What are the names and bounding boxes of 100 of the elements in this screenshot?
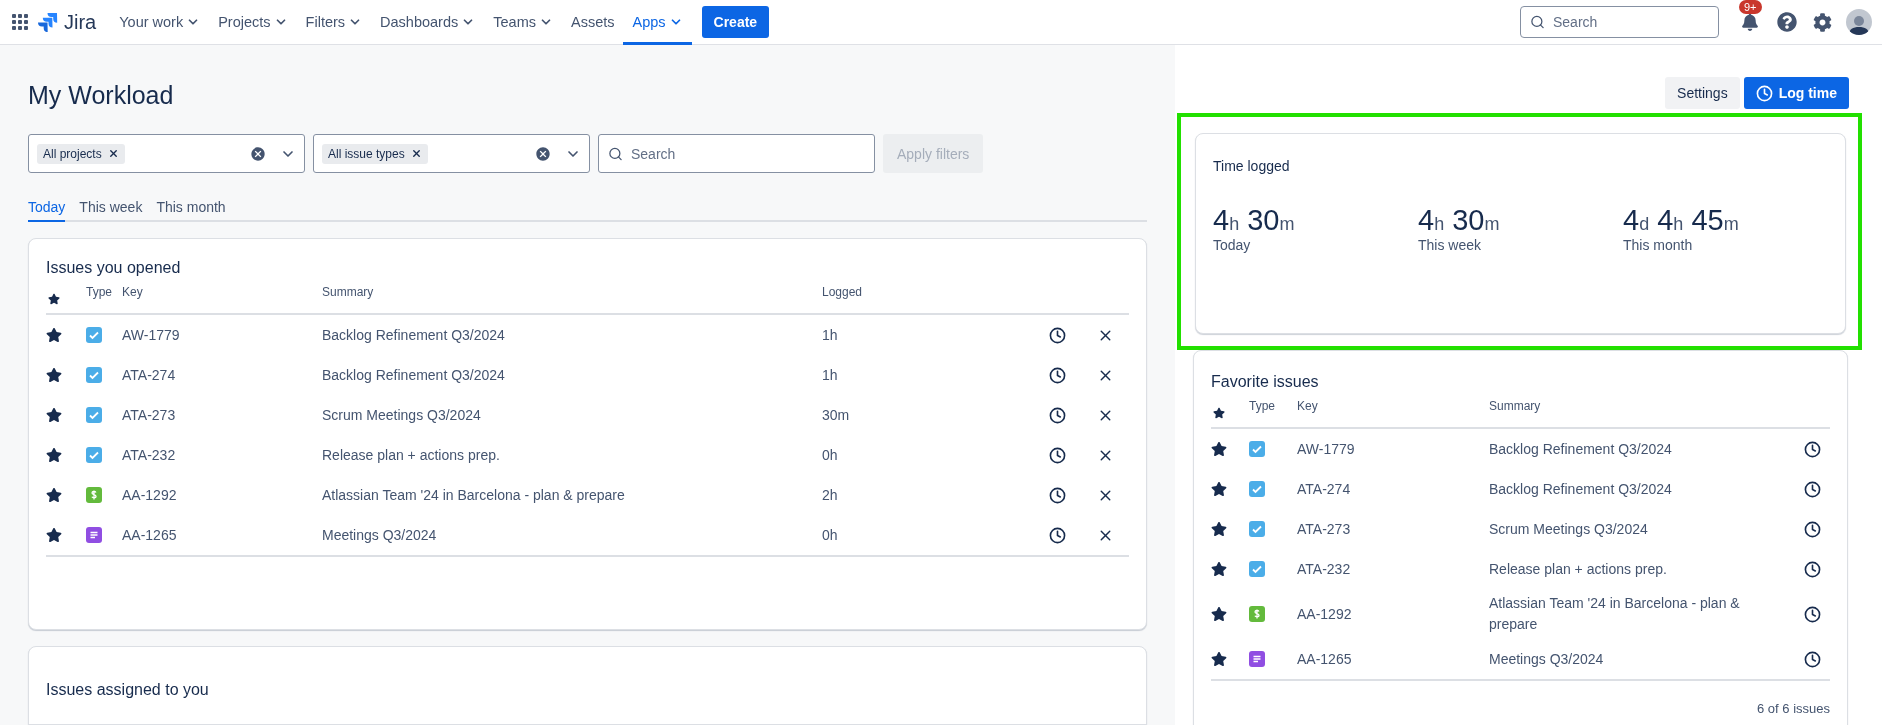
issue-summary: Backlog Refinement Q3/2024 [1489, 479, 1673, 499]
logged-time: 0h [822, 445, 839, 465]
nav-menu-item[interactable]: Teams [484, 0, 562, 45]
star-icon[interactable] [1211, 606, 1227, 622]
logged-time: 1h [822, 325, 839, 345]
doc-type-icon [1249, 651, 1265, 667]
issue-summary: Scrum Meetings Q3/2024 [322, 405, 482, 425]
star-icon[interactable] [1211, 561, 1227, 577]
issue-key[interactable]: ATA-274 [1297, 474, 1489, 504]
star-icon[interactable] [1211, 521, 1227, 537]
period-label: Today [1213, 237, 1252, 253]
page-title: My Workload [28, 81, 175, 110]
avatar-icon[interactable] [1846, 9, 1872, 35]
issue-summary: Release plan + actions prep. [1489, 559, 1668, 579]
nav-menu-item[interactable]: Dashboards [371, 0, 485, 45]
period-tab[interactable]: Today [28, 195, 66, 222]
issue-summary: Scrum Meetings Q3/2024 [1489, 519, 1649, 539]
issue-summary: Meetings Q3/2024 [322, 525, 438, 545]
time-total: 4h 30m [1418, 204, 1501, 237]
issue-summary: Meetings Q3/2024 [1489, 649, 1605, 669]
issue-key[interactable]: ATA-274 [122, 360, 322, 390]
issue-summary: Atlassian Team '24 in Barcelona - plan & prepare [322, 485, 626, 505]
remove-icon[interactable] [107, 148, 119, 159]
issue-key[interactable]: AA-1292 [1297, 599, 1489, 629]
nav-menu-item[interactable]: Projects [209, 0, 297, 45]
clear-icon[interactable] [250, 145, 266, 162]
issue-count: 6 of 6 issues [1757, 701, 1830, 716]
star-icon[interactable] [46, 407, 62, 423]
clear-icon[interactable] [535, 145, 551, 162]
issue-key[interactable]: AA-1265 [1297, 644, 1489, 674]
issue-summary: Backlog Refinement Q3/2024 [1489, 439, 1673, 459]
star-icon[interactable] [46, 327, 62, 343]
filter-chip[interactable]: All projects [37, 143, 125, 164]
column-header: Key [122, 285, 144, 301]
period-label: This month [1623, 237, 1694, 253]
issue-key[interactable]: ATA-232 [1297, 554, 1489, 584]
issue-key[interactable]: AA-1292 [122, 480, 322, 510]
period-tab[interactable]: This month [156, 195, 226, 222]
card-title: Time logged [1213, 158, 1291, 174]
task-type-icon [86, 447, 102, 463]
star-icon[interactable] [46, 447, 62, 463]
column-header: Type [1249, 399, 1276, 415]
search-icon [608, 146, 623, 161]
remove-icon[interactable] [410, 148, 422, 159]
star-icon[interactable] [46, 367, 62, 383]
issue-summary: Backlog Refinement Q3/2024 [322, 325, 506, 345]
nav-menu-item[interactable]: Filters [296, 0, 372, 45]
issue-key[interactable]: AW-1779 [1297, 434, 1489, 464]
card-title: Issues you opened [46, 259, 182, 277]
nav-menu-item[interactable]: Your work [110, 0, 210, 45]
task-type-icon [86, 367, 102, 383]
search-field[interactable]: Search [1520, 6, 1719, 38]
time-total: 4d 4h 45m [1623, 204, 1740, 237]
jira-logo[interactable]: Jira [38, 10, 97, 34]
issue-key[interactable]: AW-1779 [122, 320, 322, 350]
settings-button[interactable]: Settings [1665, 77, 1740, 109]
task-type-icon [86, 407, 102, 423]
star-icon[interactable] [46, 527, 62, 543]
task-type-icon [1249, 441, 1265, 457]
card-title: Issues assigned to you [46, 681, 210, 699]
task-type-icon [1249, 481, 1265, 497]
column-header: Summary [322, 285, 375, 301]
card-title: Favorite issues [1211, 373, 1320, 391]
period-tab[interactable]: This week [79, 195, 143, 222]
star-header-icon [1211, 405, 1227, 421]
column-header: Summary [1489, 399, 1542, 415]
time-total: 4h 30m [1213, 204, 1296, 237]
logged-time: 30m [822, 405, 851, 425]
search-field[interactable]: Search [598, 134, 875, 173]
star-icon[interactable] [1211, 441, 1227, 457]
cost-type-icon [86, 487, 102, 503]
issue-summary: Release plan + actions prep. [322, 445, 501, 465]
column-header: Type [86, 285, 113, 301]
logged-time: 1h [822, 365, 839, 385]
period-label: This week [1418, 237, 1483, 253]
task-type-icon [86, 327, 102, 343]
create-button[interactable]: Create [701, 6, 770, 38]
star-icon[interactable] [1211, 481, 1227, 497]
filter-select[interactable]: All projects [28, 134, 305, 173]
issue-key[interactable]: AA-1265 [122, 520, 322, 550]
issue-key[interactable]: ATA-232 [122, 440, 322, 470]
issue-key[interactable]: ATA-273 [122, 400, 322, 430]
issue-summary: Backlog Refinement Q3/2024 [322, 365, 506, 385]
column-header: Logged [822, 285, 864, 301]
issue-summary: Atlassian Team '24 in Barcelona - plan & prepare [1489, 594, 1741, 634]
log-time-button[interactable]: Log time [1743, 77, 1849, 109]
search-icon [1530, 14, 1545, 30]
star-icon[interactable] [46, 487, 62, 503]
cost-type-icon [1249, 606, 1265, 622]
column-header: Key [1297, 399, 1319, 415]
filter-select[interactable]: All issue types [313, 134, 590, 173]
task-type-icon [1249, 561, 1265, 577]
star-icon[interactable] [1211, 651, 1227, 667]
logged-time: 0h [822, 525, 839, 545]
task-type-icon [1249, 521, 1265, 537]
nav-menu-item[interactable]: Assets [561, 0, 624, 45]
logged-time: 2h [822, 485, 839, 505]
star-header-icon [46, 291, 62, 307]
issue-key[interactable]: ATA-273 [1297, 514, 1489, 544]
filter-chip[interactable]: All issue types [322, 143, 428, 164]
